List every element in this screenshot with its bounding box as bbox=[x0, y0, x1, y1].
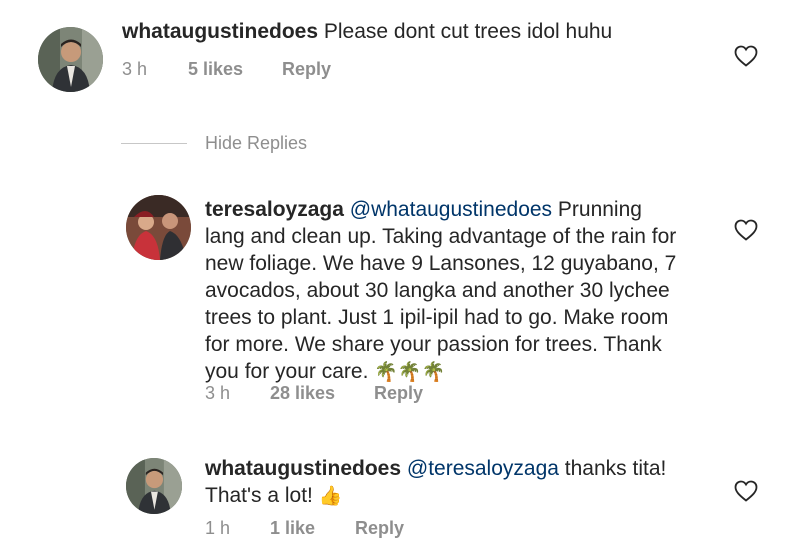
username[interactable]: whataugustinedoes bbox=[122, 20, 318, 43]
avatar[interactable] bbox=[38, 27, 103, 92]
heart-outline-icon[interactable] bbox=[734, 219, 758, 241]
divider bbox=[121, 143, 187, 144]
mention-link[interactable]: @teresaloyzaga bbox=[407, 457, 559, 480]
avatar[interactable] bbox=[126, 195, 191, 260]
reply-body-line: That's a lot! bbox=[205, 484, 319, 507]
likes-count[interactable]: 28 likes bbox=[270, 383, 374, 404]
comment-body: Please dont cut trees idol huhu bbox=[318, 20, 613, 43]
reply-text: whataugustinedoes @teresaloyzaga thanks … bbox=[205, 455, 666, 510]
hide-replies-label: Hide Replies bbox=[205, 133, 308, 153]
reply-button[interactable]: Reply bbox=[282, 59, 331, 80]
reply-button[interactable]: Reply bbox=[374, 383, 423, 404]
reply-body-line: thanks tita! bbox=[558, 457, 667, 480]
heart-outline-icon[interactable] bbox=[734, 45, 758, 67]
thumbs-up-emoji: 👍 bbox=[318, 485, 343, 507]
comment-text: whataugustinedoes Please dont cut trees … bbox=[122, 18, 612, 45]
username[interactable]: teresaloyzaga bbox=[205, 198, 344, 221]
reply-line-5: trees to plant. Just 1 ipil-ipil had to … bbox=[205, 306, 669, 329]
reply-line-4: avocados, about 30 langka and another 30… bbox=[205, 279, 670, 302]
timestamp[interactable]: 3 h bbox=[122, 59, 188, 80]
reply-body-line: Prunning bbox=[552, 198, 642, 221]
hide-replies-button[interactable]: Hide Replies bbox=[121, 133, 307, 154]
reply-line-2: That's a lot! 👍 bbox=[205, 482, 666, 510]
reply-text: teresaloyzaga @whataugustinedoes Prunnin… bbox=[205, 196, 676, 386]
reply-body-line: you for your care. bbox=[205, 360, 375, 383]
reply-line-6: for more. We share your passion for tree… bbox=[205, 333, 662, 356]
username[interactable]: whataugustinedoes bbox=[205, 457, 401, 480]
mention-link[interactable]: @whataugustinedoes bbox=[350, 198, 552, 221]
reply-line-3: new foliage. We have 9 Lansones, 12 guya… bbox=[205, 252, 677, 275]
likes-count[interactable]: 5 likes bbox=[188, 59, 282, 80]
reply-meta: 1 h 1 like Reply bbox=[205, 518, 404, 539]
reply-line-1: whataugustinedoes @teresaloyzaga thanks … bbox=[205, 455, 666, 482]
reply-line-2: lang and clean up. Taking advantage of t… bbox=[205, 225, 677, 248]
timestamp[interactable]: 1 h bbox=[205, 518, 270, 539]
reply-button[interactable]: Reply bbox=[355, 518, 404, 539]
reply-line-7: you for your care. 🌴🌴🌴 bbox=[205, 358, 676, 386]
reply-line-1: teresaloyzaga @whataugustinedoes Prunnin… bbox=[205, 196, 676, 223]
comment-meta: 3 h 5 likes Reply bbox=[122, 59, 331, 80]
timestamp[interactable]: 3 h bbox=[205, 383, 270, 404]
reply-meta: 3 h 28 likes Reply bbox=[205, 383, 423, 404]
likes-count[interactable]: 1 like bbox=[270, 518, 355, 539]
heart-outline-icon[interactable] bbox=[734, 480, 758, 502]
palm-tree-emoji: 🌴🌴🌴 bbox=[374, 361, 446, 383]
avatar[interactable] bbox=[126, 458, 182, 514]
